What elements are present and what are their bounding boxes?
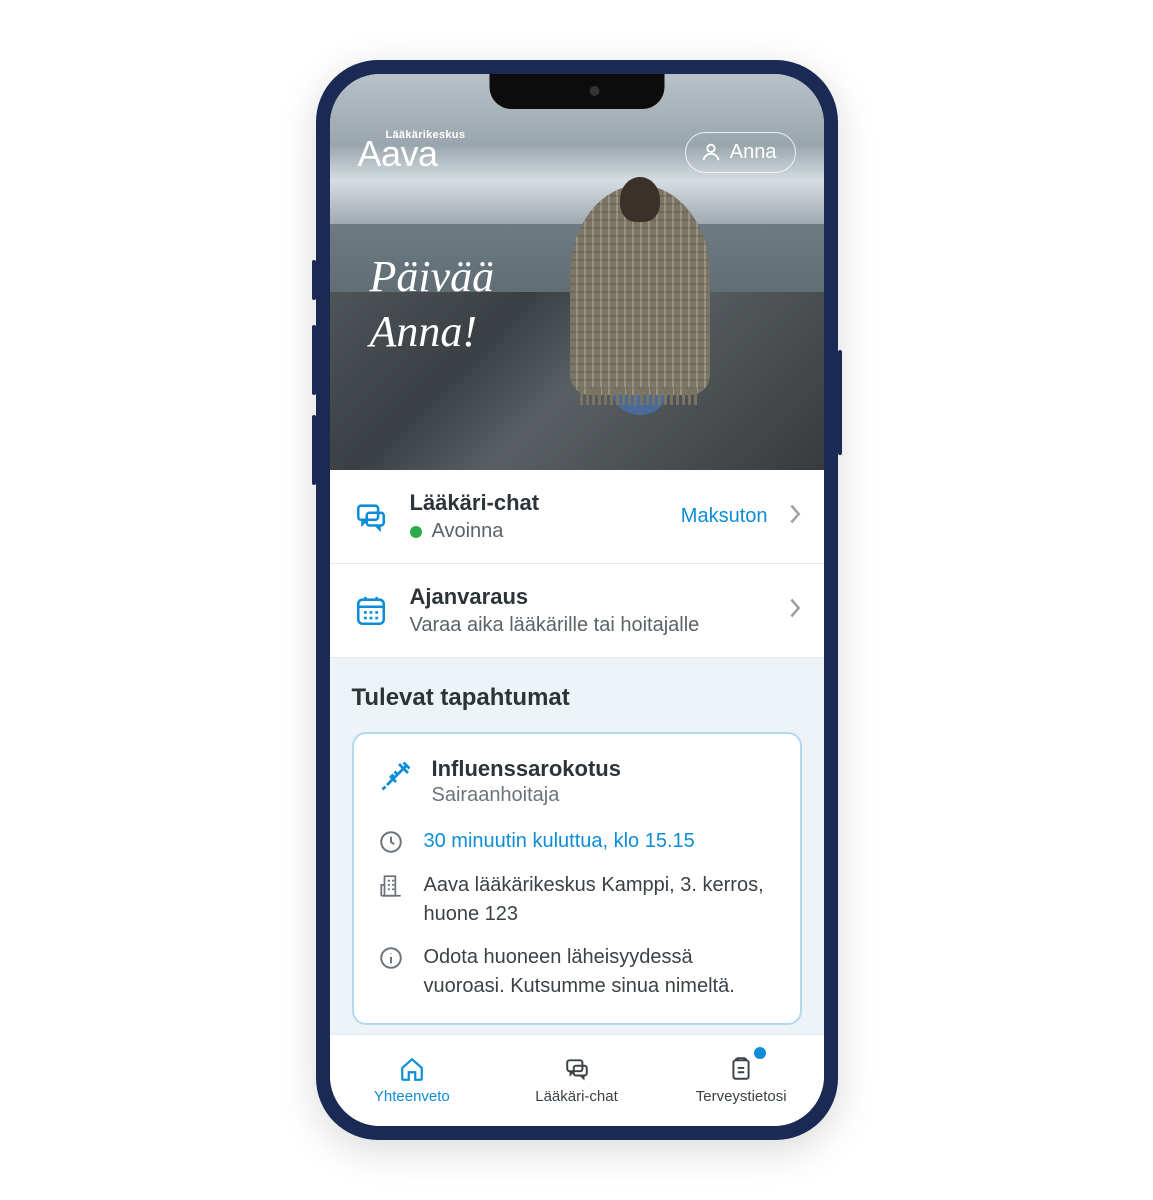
clock-icon [378,829,406,857]
building-icon [378,873,406,901]
booking-subtitle: Varaa aika lääkärille tai hoitajalle [410,614,700,637]
status-open-dot [410,526,422,538]
free-badge: Maksuton [681,505,768,528]
event-location: Aava lääkärikeskus Kamppi, 3. kerros, hu… [424,871,776,929]
user-profile-button[interactable]: Anna [685,132,796,173]
booking-row[interactable]: Ajanvaraus Varaa aika lääkärille tai hoi… [330,564,824,658]
tab-health[interactable]: Terveystietosi [659,1035,824,1126]
upcoming-events-heading: Tulevat tapahtumat [330,658,824,732]
greeting-text: Päivää Anna! [370,249,495,359]
chat-title: Lääkäri-chat [410,490,661,516]
hero-header: Lääkärikeskus Aava Anna Päivää Anna! [330,74,824,470]
side-button [312,260,316,300]
notification-dot [754,1047,766,1059]
user-name: Anna [730,141,777,164]
event-title: Influenssarokotus [432,756,621,782]
chevron-right-icon [788,597,802,625]
tab-chat[interactable]: Lääkäri-chat [494,1035,659,1126]
chat-icon [563,1056,591,1082]
tab-summary[interactable]: Yhteenveto [330,1035,495,1126]
chat-icon [352,498,390,536]
brand-logo: Lääkärikeskus Aava [358,129,466,175]
syringe-icon [378,758,414,794]
power-button [838,350,842,455]
info-icon [378,945,406,973]
screen: Lääkärikeskus Aava Anna Päivää Anna! [330,74,824,1126]
calendar-icon [352,592,390,630]
volume-up-button [312,325,316,395]
doctor-chat-row[interactable]: Lääkäri-chat Avoinna Maksuton [330,470,824,564]
content-scroll[interactable]: Lääkäri-chat Avoinna Maksuton [330,470,824,1034]
tab-label: Yhteenveto [374,1088,450,1105]
event-card[interactable]: Influenssarokotus Sairaanhoitaja 30 minu… [352,732,802,1025]
chat-status: Avoinna [432,520,504,543]
bottom-tabbar: Yhteenveto Lääkäri-chat Terveystietosi [330,1034,824,1126]
notch [489,74,664,109]
home-icon [398,1056,426,1082]
booking-title: Ajanvaraus [410,584,768,610]
tab-label: Terveystietosi [696,1088,787,1105]
volume-down-button [312,415,316,485]
event-time: 30 minuutin kuluttua, klo 15.15 [424,827,695,856]
phone-frame: Lääkärikeskus Aava Anna Päivää Anna! [316,60,838,1140]
event-info: Odota huoneen läheisyydessä vuoroasi. Ku… [424,943,776,1001]
brand-name: Aava [358,133,438,174]
clipboard-icon [727,1056,755,1082]
event-role: Sairaanhoitaja [432,784,621,807]
user-icon [700,141,722,163]
tab-label: Lääkäri-chat [535,1088,618,1105]
chevron-right-icon [788,503,802,531]
